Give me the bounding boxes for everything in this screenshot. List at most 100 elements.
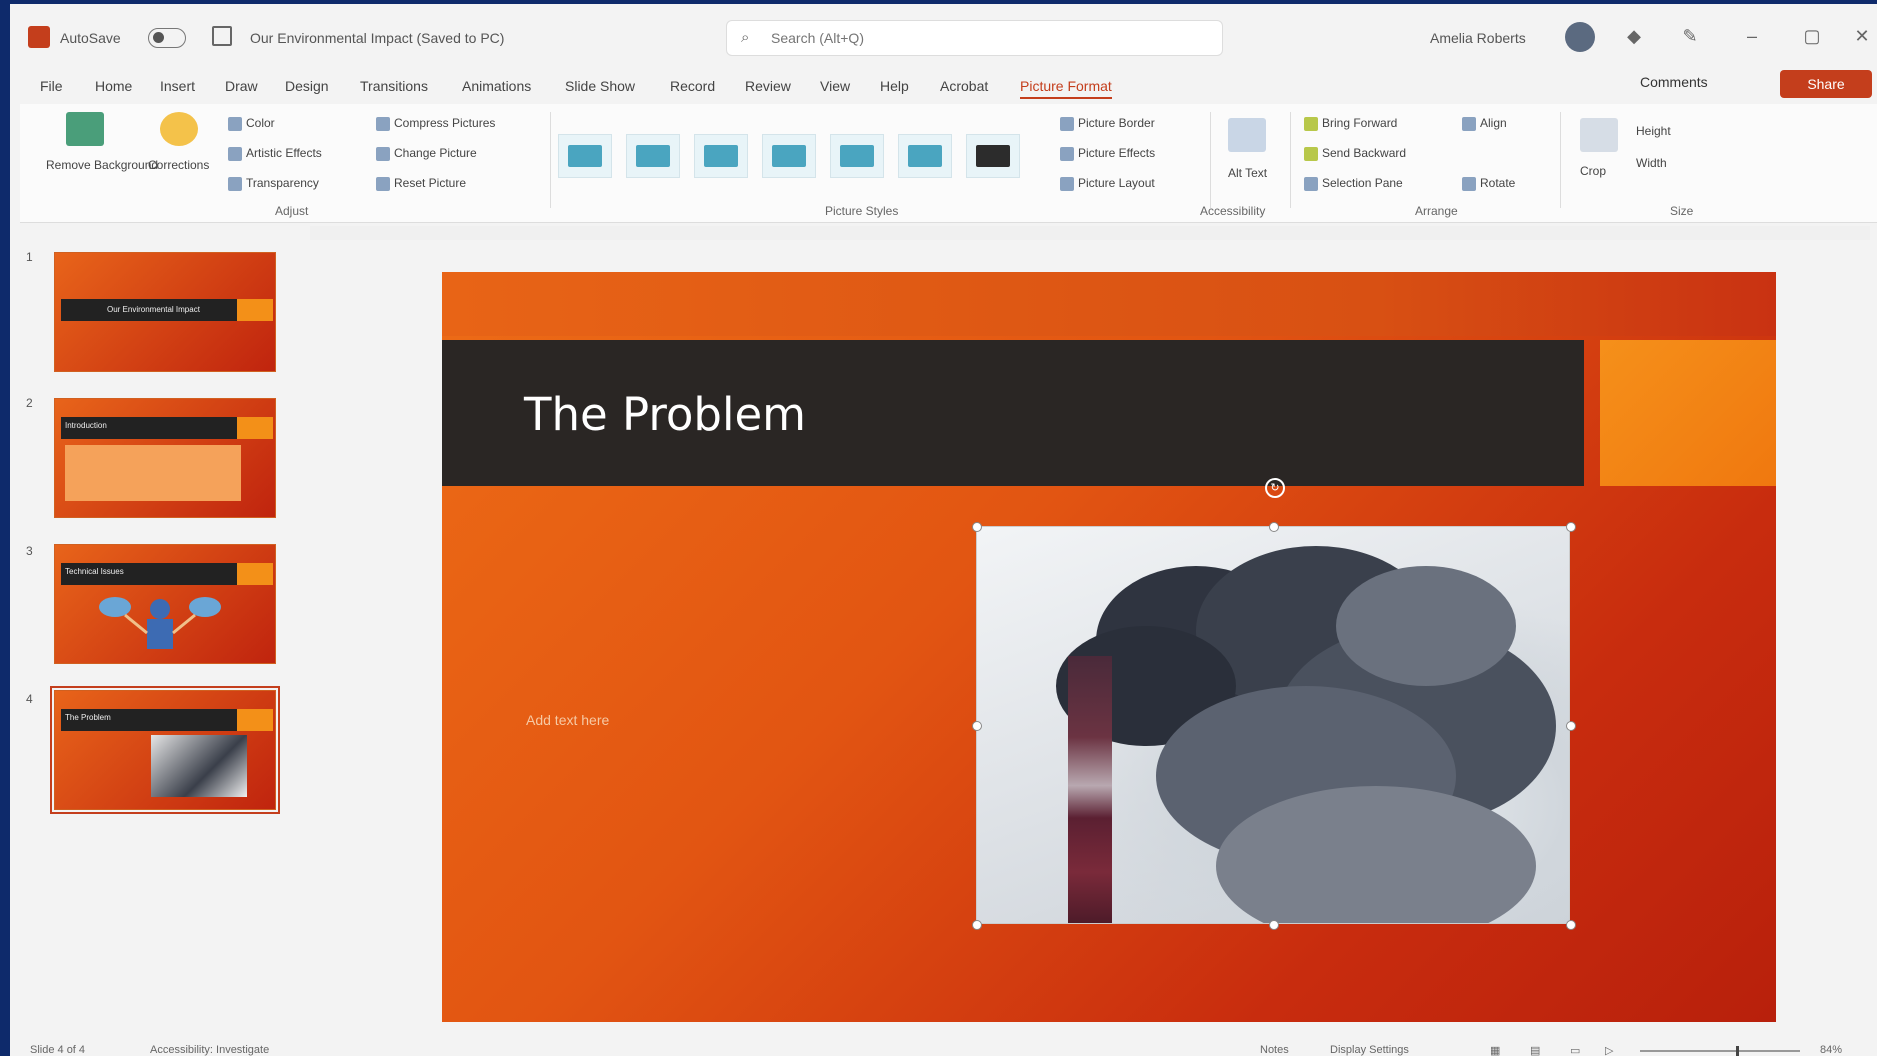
- resize-handle[interactable]: [1269, 522, 1279, 532]
- picture-border-button[interactable]: Picture Border: [1060, 116, 1155, 131]
- slide-thumbnail-3[interactable]: Technical Issues: [54, 544, 276, 664]
- thumb-accent: [237, 417, 273, 439]
- reset-picture-button[interactable]: Reset Picture: [376, 176, 466, 191]
- tab-picture-format[interactable]: Picture Format: [1020, 78, 1112, 99]
- search-box[interactable]: ⌕: [726, 20, 1223, 56]
- tab-slide-show[interactable]: Slide Show: [565, 78, 635, 94]
- reset-icon: [376, 176, 390, 191]
- slide-thumbnail-1[interactable]: Our Environmental Impact: [54, 252, 276, 372]
- picture-style-6[interactable]: [898, 134, 952, 178]
- group-label-adjust: Adjust: [275, 204, 309, 218]
- slide-accent-block: [1600, 340, 1776, 486]
- slideshow-icon[interactable]: ▷: [1605, 1044, 1613, 1056]
- share-button[interactable]: Share: [1780, 70, 1872, 98]
- thumb-picture: [151, 735, 247, 797]
- thumb-accent: [237, 563, 273, 585]
- height-label: Height: [1636, 124, 1671, 138]
- notes-button[interactable]: Notes: [1260, 1044, 1289, 1056]
- accessibility-status[interactable]: Accessibility: Investigate: [150, 1044, 269, 1056]
- document-title[interactable]: Our Environmental Impact (Saved to PC): [250, 30, 504, 46]
- maximize-icon[interactable]: ▢: [1800, 24, 1824, 48]
- selection-pane-icon: [1304, 176, 1318, 191]
- pen-icon[interactable]: ✎: [1678, 24, 1702, 48]
- color-button[interactable]: Color: [228, 116, 275, 131]
- slide-sorter-icon[interactable]: ▤: [1530, 1044, 1540, 1056]
- comments-button[interactable]: Comments: [1640, 74, 1708, 90]
- tab-file[interactable]: File: [40, 78, 63, 94]
- slide-body-placeholder[interactable]: Add text here: [526, 712, 609, 728]
- reading-view-icon[interactable]: ▭: [1570, 1044, 1580, 1056]
- picture-style-4[interactable]: [762, 134, 816, 178]
- picture-style-2[interactable]: [626, 134, 680, 178]
- alt-text-button[interactable]: Alt Text: [1228, 166, 1267, 180]
- tab-acrobat[interactable]: Acrobat: [940, 78, 988, 94]
- rotate-button[interactable]: Rotate: [1462, 176, 1515, 191]
- thumb-number: 1: [26, 250, 33, 264]
- tab-transitions[interactable]: Transitions: [360, 78, 428, 94]
- send-backward-button[interactable]: Send Backward: [1304, 146, 1406, 161]
- change-picture-icon: [376, 146, 390, 161]
- picture-style-5[interactable]: [830, 134, 884, 178]
- tab-design[interactable]: Design: [285, 78, 329, 94]
- user-name[interactable]: Amelia Roberts: [1430, 30, 1526, 46]
- diamond-icon[interactable]: ◆: [1622, 24, 1646, 48]
- resize-handle[interactable]: [1566, 920, 1576, 930]
- align-button[interactable]: Align: [1462, 116, 1507, 131]
- thumb-number: 3: [26, 544, 33, 558]
- tab-animations[interactable]: Animations: [462, 78, 531, 94]
- close-icon[interactable]: ✕: [1850, 24, 1874, 48]
- thumb-title: Our Environmental Impact: [107, 305, 200, 314]
- resize-handle[interactable]: [1269, 920, 1279, 930]
- picture-layout-button[interactable]: Picture Layout: [1060, 176, 1155, 191]
- artistic-effects-button[interactable]: Artistic Effects: [228, 146, 322, 161]
- tab-help[interactable]: Help: [880, 78, 909, 94]
- save-icon[interactable]: [212, 26, 232, 46]
- zoom-slider[interactable]: [1640, 1046, 1800, 1056]
- thumb-illustration: [99, 597, 221, 649]
- resize-handle[interactable]: [972, 920, 982, 930]
- picture-style-7[interactable]: [966, 134, 1020, 178]
- group-label-size: Size: [1670, 204, 1694, 218]
- resize-handle[interactable]: [1566, 721, 1576, 731]
- minimize-icon[interactable]: –: [1740, 24, 1764, 48]
- thumb-accent: [237, 299, 273, 321]
- thumb-title: Introduction: [65, 421, 107, 430]
- bring-forward-button[interactable]: Bring Forward: [1304, 116, 1397, 131]
- picture-effects-button[interactable]: Picture Effects: [1060, 146, 1155, 161]
- change-picture-button[interactable]: Change Picture: [376, 146, 477, 161]
- avatar[interactable]: [1565, 22, 1595, 52]
- display-settings-button[interactable]: Display Settings: [1330, 1044, 1409, 1056]
- zoom-level[interactable]: 84%: [1820, 1044, 1842, 1056]
- tab-view[interactable]: View: [820, 78, 850, 94]
- rotate-handle-icon[interactable]: ↻: [1265, 478, 1285, 498]
- crop-button[interactable]: Crop: [1580, 164, 1606, 178]
- slide-thumbnail-2[interactable]: Introduction: [54, 398, 276, 518]
- remove-background-button[interactable]: Remove Background: [46, 158, 158, 172]
- selection-pane-button[interactable]: Selection Pane: [1304, 176, 1403, 191]
- resize-handle[interactable]: [1566, 522, 1576, 532]
- send-backward-icon: [1304, 146, 1318, 161]
- autosave-toggle[interactable]: [148, 28, 186, 48]
- compress-pictures-button[interactable]: Compress Pictures: [376, 116, 495, 131]
- transparency-button[interactable]: Transparency: [228, 176, 319, 191]
- tab-draw[interactable]: Draw: [225, 78, 258, 94]
- picture-style-3[interactable]: [694, 134, 748, 178]
- slide-title[interactable]: The Problem: [524, 388, 806, 441]
- ribbon: Remove Background Corrections Color Arti…: [20, 104, 1877, 223]
- normal-view-icon[interactable]: ▦: [1490, 1044, 1500, 1056]
- slide-thumbnail-4[interactable]: The Problem: [50, 686, 280, 814]
- group-label-arrange: Arrange: [1415, 204, 1458, 218]
- picture-style-1[interactable]: [558, 134, 612, 178]
- search-input[interactable]: [769, 27, 1193, 49]
- tab-insert[interactable]: Insert: [160, 78, 195, 94]
- slide-canvas[interactable]: The Problem Add text here ↻: [442, 272, 1776, 1022]
- tab-review[interactable]: Review: [745, 78, 791, 94]
- tab-home[interactable]: Home: [95, 78, 132, 94]
- resize-handle[interactable]: [972, 522, 982, 532]
- thumb-number: 2: [26, 396, 33, 410]
- corrections-button[interactable]: Corrections: [148, 158, 209, 172]
- thumb-title: Technical Issues: [65, 567, 124, 576]
- picture-effects-icon: [1060, 146, 1074, 161]
- tab-record[interactable]: Record: [670, 78, 715, 94]
- resize-handle[interactable]: [972, 721, 982, 731]
